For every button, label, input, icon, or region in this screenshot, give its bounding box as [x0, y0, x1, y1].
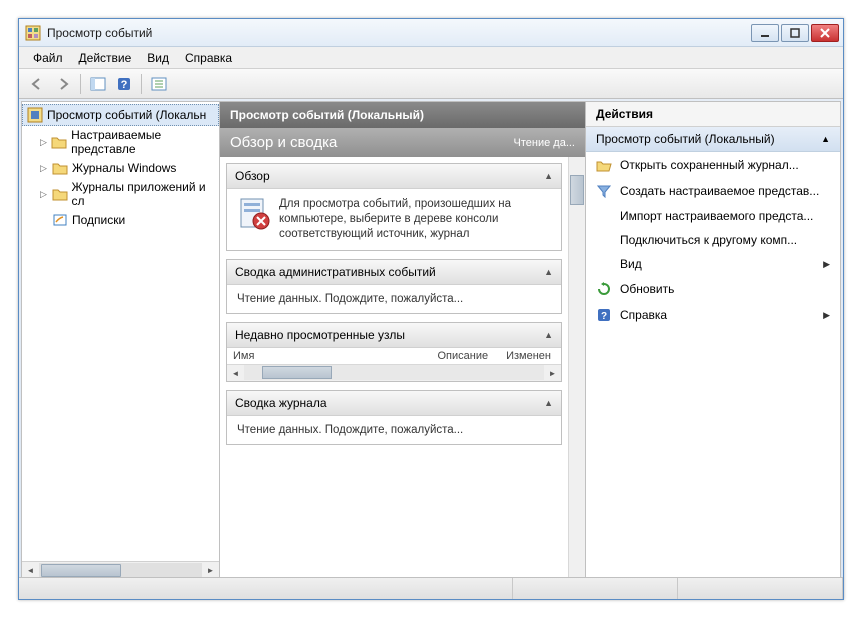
- actions-pane: Действия Просмотр событий (Локальный) ▲ …: [586, 102, 840, 578]
- tree-item-label: Журналы Windows: [72, 161, 176, 175]
- eventviewer-icon: [27, 107, 43, 123]
- section-recent-header[interactable]: Недавно просмотренные узлы ▲: [227, 323, 561, 348]
- show-tree-button[interactable]: [86, 72, 110, 96]
- close-button[interactable]: [811, 24, 839, 42]
- action-view[interactable]: Вид ▶: [586, 252, 840, 276]
- recent-hscrollbar[interactable]: ◄ ►: [227, 364, 561, 381]
- tree-item-label: Настраиваемые представле: [71, 128, 215, 156]
- section-log-summary: Сводка журнала ▲ Чтение данных. Подождит…: [226, 390, 562, 445]
- action-label: Открыть сохраненный журнал...: [620, 158, 830, 172]
- collapse-icon: ▲: [544, 267, 553, 277]
- center-vscrollbar[interactable]: [568, 157, 585, 577]
- recent-columns: Имя Описание Изменен: [227, 348, 561, 364]
- menu-help[interactable]: Справка: [177, 49, 240, 67]
- tree-item-windows-logs[interactable]: ▷ Журналы Windows: [22, 158, 219, 178]
- section-title: Обзор: [235, 169, 270, 183]
- window-title: Просмотр событий: [47, 26, 751, 40]
- collapse-icon: ▲: [544, 330, 553, 340]
- banner-title: Обзор и сводка: [230, 134, 337, 151]
- actions-group-label: Просмотр событий (Локальный): [596, 132, 775, 146]
- tree-root[interactable]: Просмотр событий (Локальн: [22, 104, 219, 126]
- menu-view[interactable]: Вид: [139, 49, 177, 67]
- forward-button[interactable]: [51, 72, 75, 96]
- folder-icon: [52, 160, 68, 176]
- properties-button[interactable]: [147, 72, 171, 96]
- tree-item-subscriptions[interactable]: Подписки: [22, 210, 219, 230]
- col-mod: Изменен: [506, 350, 551, 362]
- subscription-icon: [52, 212, 68, 228]
- overview-text: Для просмотра событий, произошедших на к…: [279, 197, 551, 242]
- maximize-button[interactable]: [781, 24, 809, 42]
- help-toolbar-button[interactable]: ?: [112, 72, 136, 96]
- eventlog-icon: [237, 197, 271, 231]
- svg-text:?: ?: [121, 79, 128, 91]
- action-label: Обновить: [620, 282, 830, 296]
- section-title: Недавно просмотренные узлы: [235, 328, 405, 342]
- app-icon: [25, 25, 41, 41]
- refresh-icon: [596, 281, 612, 297]
- action-label: Вид: [620, 257, 815, 271]
- collapse-icon: ▲: [544, 171, 553, 181]
- collapse-icon: ▲: [544, 398, 553, 408]
- tree-item-custom-views[interactable]: ▷ Настраиваемые представле: [22, 126, 219, 158]
- menu-action[interactable]: Действие: [71, 49, 140, 67]
- folder-icon: [51, 134, 67, 150]
- action-open-saved-log[interactable]: Открыть сохраненный журнал...: [586, 152, 840, 178]
- tree-item-label: Подписки: [72, 213, 125, 227]
- filter-icon: [596, 183, 612, 199]
- menu-file[interactable]: Файл: [25, 49, 71, 67]
- action-label: Справка: [620, 308, 815, 322]
- action-help[interactable]: ? Справка ▶: [586, 302, 840, 328]
- center-header: Просмотр событий (Локальный): [220, 102, 585, 128]
- col-name: Имя: [233, 350, 254, 362]
- actions-group-header[interactable]: Просмотр событий (Локальный) ▲: [586, 127, 840, 152]
- action-refresh[interactable]: Обновить: [586, 276, 840, 302]
- minimize-button[interactable]: [751, 24, 779, 42]
- action-connect-computer[interactable]: Подключиться к другому комп...: [586, 228, 840, 252]
- admin-body: Чтение данных. Подождите, пожалуйста...: [227, 285, 561, 313]
- section-recent-nodes: Недавно просмотренные узлы ▲ Имя Описани…: [226, 322, 562, 382]
- tree-item-app-logs[interactable]: ▷ Журналы приложений и сл: [22, 178, 219, 210]
- expand-icon[interactable]: ▷: [40, 137, 49, 148]
- back-button[interactable]: [25, 72, 49, 96]
- section-admin-header[interactable]: Сводка административных событий ▲: [227, 260, 561, 285]
- action-create-custom-view[interactable]: Создать настраиваемое представ...: [586, 178, 840, 204]
- section-admin-summary: Сводка административных событий ▲ Чтение…: [226, 259, 562, 314]
- action-label: Подключиться к другому комп...: [620, 233, 830, 247]
- help-icon: ?: [596, 307, 612, 323]
- col-desc: Описание: [437, 350, 488, 362]
- tree-item-label: Журналы приложений и сл: [72, 180, 215, 208]
- collapse-icon: ▲: [821, 134, 830, 144]
- center-banner: Обзор и сводка Чтение да...: [220, 128, 585, 157]
- section-overview-header[interactable]: Обзор ▲: [227, 164, 561, 189]
- menubar: Файл Действие Вид Справка: [19, 47, 843, 69]
- submenu-arrow-icon: ▶: [823, 259, 830, 270]
- action-import-custom-view[interactable]: Импорт настраиваемого предста...: [586, 204, 840, 228]
- center-pane: Просмотр событий (Локальный) Обзор и сво…: [220, 102, 586, 578]
- action-label: Создать настраиваемое представ...: [620, 184, 830, 198]
- section-overview: Обзор ▲ Для просмотра событий, произошед…: [226, 163, 562, 251]
- svg-text:?: ?: [601, 311, 607, 322]
- toolbar: ?: [19, 69, 843, 99]
- actions-header: Действия: [586, 102, 840, 127]
- expand-icon[interactable]: ▷: [40, 189, 50, 200]
- folder-icon: [52, 186, 68, 202]
- tree-root-label: Просмотр событий (Локальн: [47, 108, 206, 122]
- statusbar: [19, 577, 843, 599]
- section-title: Сводка журнала: [235, 396, 327, 410]
- section-log-header[interactable]: Сводка журнала ▲: [227, 391, 561, 416]
- action-label: Импорт настраиваемого предста...: [620, 209, 830, 223]
- log-body: Чтение данных. Подождите, пожалуйста...: [227, 416, 561, 444]
- expand-icon[interactable]: ▷: [40, 163, 50, 174]
- section-title: Сводка административных событий: [235, 265, 436, 279]
- tree-pane: Просмотр событий (Локальн ▷ Настраиваемы…: [22, 102, 220, 578]
- tree-hscrollbar[interactable]: ◄ ►: [22, 561, 219, 578]
- submenu-arrow-icon: ▶: [823, 310, 830, 321]
- banner-status: Чтение да...: [514, 137, 575, 149]
- folder-open-icon: [596, 157, 612, 173]
- titlebar: Просмотр событий: [19, 19, 843, 47]
